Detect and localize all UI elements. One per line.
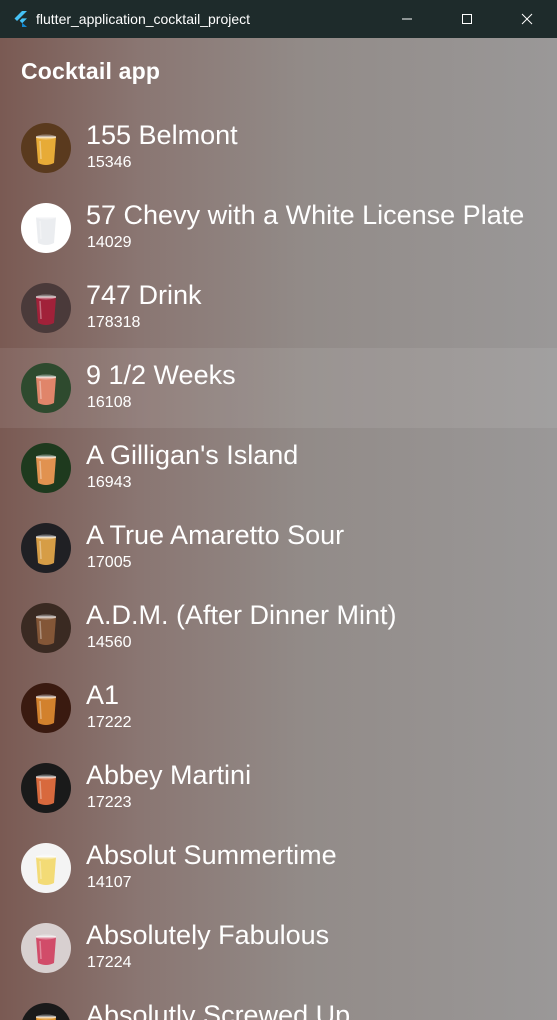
cocktail-id: 14560 [87,634,132,651]
window-title: flutter_application_cocktail_project [36,11,251,27]
cocktail-list-item[interactable]: 9 1/2 Weeks 16108 [0,348,557,428]
cocktail-thumbnail [21,683,71,733]
cocktail-thumbnail [21,123,71,173]
cocktail-list-item[interactable]: Absolutly Screwed Up [0,988,557,1020]
cocktail-thumbnail [21,1003,71,1020]
cocktail-thumbnail [21,283,71,333]
maximize-button[interactable] [437,0,497,38]
cocktail-thumbnail [21,523,71,573]
minimize-button[interactable] [377,0,437,38]
cocktail-list-item[interactable]: Absolutely Fabulous 17224 [0,908,557,988]
cocktail-id: 17005 [87,554,132,571]
cocktail-name: 9 1/2 Weeks [86,360,236,390]
cocktail-list-item[interactable]: A1 17222 [0,668,557,748]
app-window: flutter_application_cocktail_project Coc… [0,0,557,1020]
main-content: Cocktail app 155 Belmont 15346 57 Chevy wi… [0,38,557,1020]
cocktail-name: 57 Chevy with a White License Plate [86,200,525,230]
cocktail-id: 14029 [87,234,132,251]
cocktail-name: 155 Belmont [86,120,238,150]
cocktail-name: A.D.M. (After Dinner Mint) [86,600,397,630]
cocktail-thumbnail [21,923,71,973]
cocktail-id: 17224 [87,954,132,971]
cocktail-name: A True Amaretto Sour [86,520,345,550]
cocktail-id: 15346 [87,154,132,171]
cocktail-name: A Gilligan's Island [86,440,299,470]
cocktail-id: 16108 [87,394,132,411]
cocktail-list-item[interactable]: 155 Belmont 15346 [0,108,557,188]
cocktail-id: 178318 [87,314,141,331]
minimize-icon [402,18,412,20]
maximize-icon [462,14,472,24]
close-button[interactable] [497,0,557,38]
page-title: Cocktail app [21,58,161,84]
cocktail-list-item[interactable]: Abbey Martini 17223 [0,748,557,828]
title-bar[interactable]: flutter_application_cocktail_project [0,0,557,38]
cocktail-thumbnail [21,363,71,413]
cocktail-name: Abbey Martini [86,760,252,790]
cocktail-list-item[interactable]: A Gilligan's Island 16943 [0,428,557,508]
cocktail-thumbnail [21,203,71,253]
cocktail-id: 17222 [87,714,132,731]
flutter-logo-icon [14,11,28,27]
cocktail-list[interactable]: 155 Belmont 15346 57 Chevy with a White Li… [0,108,557,1020]
cocktail-id: 16943 [87,474,132,491]
cocktail-name: Absolutely Fabulous [86,920,330,950]
cocktail-thumbnail [21,843,71,893]
cocktail-list-item[interactable]: A.D.M. (After Dinner Mint) 14560 [0,588,557,668]
cocktail-name: A1 [86,680,120,710]
cocktail-name: Absolut Summertime [86,840,337,870]
cocktail-name: Absolutly Screwed Up [86,1000,351,1020]
cocktail-thumbnail [21,443,71,493]
cocktail-list-item[interactable]: 57 Chevy with a White License Plate 14029 [0,188,557,268]
close-icon [521,13,533,25]
cocktail-list-item[interactable]: Absolut Summertime 14107 [0,828,557,908]
cocktail-thumbnail [21,763,71,813]
cocktail-id: 17223 [87,794,132,811]
cocktail-name: 747 Drink [86,280,202,310]
cocktail-list-item[interactable]: A True Amaretto Sour 17005 [0,508,557,588]
cocktail-id: 14107 [87,874,132,891]
cocktail-thumbnail [21,603,71,653]
window-controls [377,0,557,38]
cocktail-list-item[interactable]: 747 Drink 178318 [0,268,557,348]
